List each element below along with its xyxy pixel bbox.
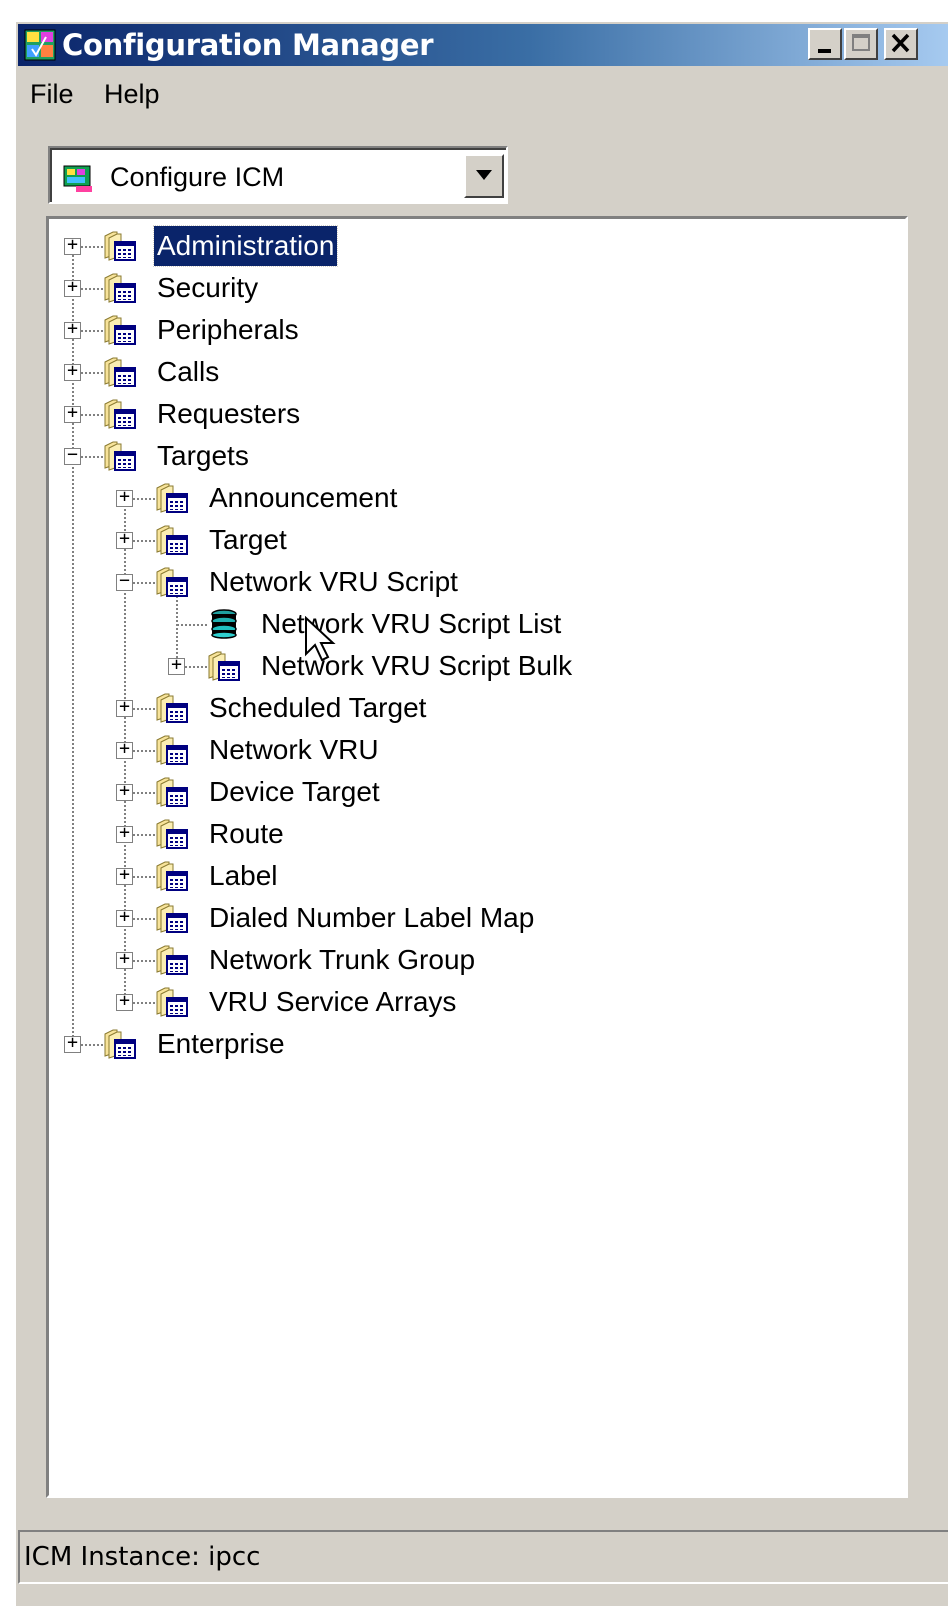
folder-icon xyxy=(155,482,189,514)
folder-icon xyxy=(155,902,189,934)
folder-icon xyxy=(207,650,241,682)
folder-icon xyxy=(155,944,189,976)
tree-label: Network Trunk Group xyxy=(209,944,476,975)
expand-icon[interactable]: + xyxy=(116,864,133,885)
folder-icon xyxy=(103,1028,137,1060)
expand-icon[interactable]: + xyxy=(64,402,81,423)
minimize-button[interactable] xyxy=(808,28,842,60)
folder-icon xyxy=(155,986,189,1018)
expand-icon[interactable]: + xyxy=(168,654,185,675)
status-instance: ICM Instance: ipcc xyxy=(24,1542,261,1572)
folder-icon xyxy=(155,566,189,598)
expand-icon[interactable]: + xyxy=(116,906,133,927)
tree-node-network-vru[interactable]: + Network VRU xyxy=(49,730,849,770)
close-icon xyxy=(891,33,910,53)
expand-icon[interactable]: + xyxy=(64,234,81,255)
expand-icon[interactable]: + xyxy=(116,948,133,969)
tree-label: Announcement xyxy=(209,482,398,513)
tree-node-dialed-number-label-map[interactable]: + Dialed Number Label Map xyxy=(49,898,849,938)
folder-icon xyxy=(103,314,137,346)
folder-icon xyxy=(155,818,189,850)
folder-icon xyxy=(155,524,189,556)
tree-node-network-vru-script-list[interactable]: Network VRU Script List xyxy=(49,604,889,644)
folder-icon xyxy=(103,272,137,304)
expand-icon[interactable]: + xyxy=(116,528,133,549)
tree-label: Calls xyxy=(157,356,220,387)
folder-icon xyxy=(155,692,189,724)
tree-label: Scheduled Target xyxy=(209,692,427,723)
tree-node-requesters[interactable]: + Requesters xyxy=(49,394,749,434)
folder-icon xyxy=(103,398,137,430)
maximize-button[interactable] xyxy=(844,28,878,60)
folder-icon xyxy=(103,230,137,262)
expand-icon[interactable]: + xyxy=(116,990,133,1011)
folder-icon xyxy=(103,356,137,388)
tree-label: Route xyxy=(209,818,284,849)
maximize-icon xyxy=(852,34,870,51)
chevron-down-icon xyxy=(476,170,492,180)
expand-icon[interactable]: + xyxy=(64,1032,81,1053)
tree-label: Targets xyxy=(157,440,249,471)
folder-icon xyxy=(155,734,189,766)
tree-label: Security xyxy=(157,272,259,303)
tree-label: VRU Service Arrays xyxy=(209,986,457,1017)
configuration-manager-window: Configuration Manager File Help Configur… xyxy=(14,20,948,1606)
tree-node-targets[interactable]: − Targets xyxy=(49,436,749,476)
tree-node-route[interactable]: + Route xyxy=(49,814,849,854)
expand-icon[interactable]: + xyxy=(116,486,133,507)
configure-dropdown-value: Configure ICM xyxy=(110,162,285,192)
expand-icon[interactable]: + xyxy=(64,276,81,297)
tree-node-enterprise[interactable]: + Enterprise xyxy=(49,1024,749,1064)
tree-node-security[interactable]: + Security xyxy=(49,268,749,308)
expand-icon[interactable]: + xyxy=(116,780,133,801)
configure-icm-icon xyxy=(63,165,92,192)
tree-node-label[interactable]: + Label xyxy=(49,856,849,896)
title-bar[interactable]: Configuration Manager xyxy=(18,24,948,66)
menu-help[interactable]: Help xyxy=(104,74,160,114)
expand-icon[interactable]: + xyxy=(64,360,81,381)
minimize-icon xyxy=(818,49,831,53)
tree-label: Label xyxy=(209,860,278,891)
configure-dropdown[interactable]: Configure ICM xyxy=(48,146,508,204)
tree-label: Peripherals xyxy=(157,314,299,345)
tree-node-vru-service-arrays[interactable]: + VRU Service Arrays xyxy=(49,982,849,1022)
expand-icon[interactable]: + xyxy=(116,696,133,717)
tree-node-network-trunk-group[interactable]: + Network Trunk Group xyxy=(49,940,849,980)
tree-node-target[interactable]: + Target xyxy=(49,520,849,560)
window-title: Configuration Manager xyxy=(62,28,434,62)
folder-icon xyxy=(103,440,137,472)
folder-icon xyxy=(155,776,189,808)
tree-label: Dialed Number Label Map xyxy=(209,902,535,933)
menu-file[interactable]: File xyxy=(30,74,74,114)
expand-icon[interactable]: + xyxy=(116,738,133,759)
expand-icon[interactable]: + xyxy=(64,318,81,339)
tree-node-peripherals[interactable]: + Peripherals xyxy=(49,310,749,350)
tree-label: Target xyxy=(209,524,287,555)
tree-node-device-target[interactable]: + Device Target xyxy=(49,772,849,812)
tree-label: Network VRU Script xyxy=(209,566,458,597)
tree-node-announcement[interactable]: + Announcement xyxy=(49,478,849,518)
app-icon xyxy=(24,29,56,61)
tree-label: Administration xyxy=(152,225,339,267)
collapse-icon[interactable]: − xyxy=(116,570,133,591)
close-button[interactable] xyxy=(884,28,918,60)
folder-icon xyxy=(155,860,189,892)
tree-label: Network VRU xyxy=(209,734,379,765)
tree-node-scheduled-target[interactable]: + Scheduled Target xyxy=(49,688,849,728)
tree-node-administration[interactable]: + Administration xyxy=(49,225,749,267)
dropdown-arrow-button[interactable] xyxy=(464,154,504,198)
tree-label: Enterprise xyxy=(157,1028,285,1059)
collapse-icon[interactable]: − xyxy=(64,444,81,465)
tree-node-network-vru-script-bulk[interactable]: + Network VRU Script Bulk xyxy=(49,646,889,686)
configuration-tree[interactable]: + Administration + Security + Peripheral… xyxy=(46,216,908,1498)
tree-label: Requesters xyxy=(157,398,301,429)
tree-node-calls[interactable]: + Calls xyxy=(49,352,749,392)
script-list-icon xyxy=(207,608,241,640)
tree-label: Device Target xyxy=(209,776,380,807)
mouse-cursor-icon xyxy=(305,616,336,662)
status-bar: ICM Instance: ipcc xyxy=(18,1530,948,1584)
expand-icon[interactable]: + xyxy=(116,822,133,843)
tree-node-network-vru-script[interactable]: − Network VRU Script xyxy=(49,562,849,602)
